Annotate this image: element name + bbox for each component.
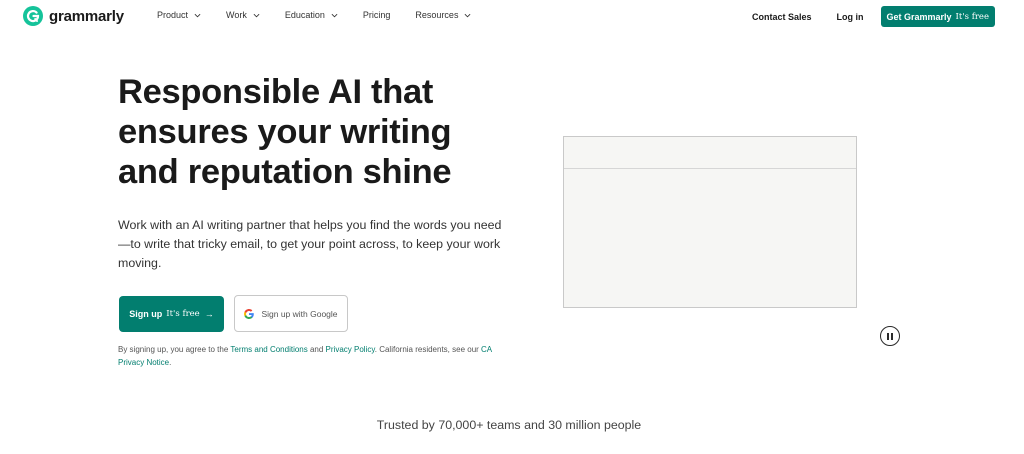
nav-item-education[interactable]: Education	[285, 10, 338, 20]
legal-text: By signing up, you agree to the Terms an…	[118, 343, 498, 369]
nav-item-label: Product	[157, 10, 189, 20]
cta-label: Get Grammarly	[886, 11, 952, 22]
chevron-down-icon	[331, 13, 338, 17]
nav-item-label: Pricing	[362, 10, 391, 20]
trusted-by-text: Trusted by 70,000+ teams and 30 million …	[376, 418, 642, 432]
nav-item-pricing[interactable]: Pricing	[363, 10, 391, 20]
arrow-right-icon: →	[204, 309, 214, 319]
brand-name: grammarly	[49, 7, 124, 25]
chevron-down-icon	[465, 13, 471, 17]
nav-item-product[interactable]: Product	[157, 10, 201, 20]
hero-title: Responsible AI that ensures your writing…	[118, 73, 452, 191]
nav-item-work[interactable]: Work	[226, 10, 260, 20]
login-link[interactable]: Log in	[837, 12, 864, 22]
sign-up-label: Sign up	[129, 309, 163, 319]
contact-sales-link[interactable]: Contact Sales	[752, 12, 812, 22]
nav-links: Product Work Education Pricing Resources	[157, 10, 496, 20]
pause-icon[interactable]	[880, 326, 900, 346]
sign-up-button[interactable]: Sign up It's free →	[119, 296, 224, 332]
legal-suffix: .	[169, 358, 172, 367]
terms-link[interactable]: Terms and Conditions	[230, 345, 307, 354]
sign-up-free-label: It's free	[166, 309, 200, 319]
get-grammarly-button[interactable]: Get Grammarly It's free	[880, 6, 995, 27]
cta-free-label: It's free	[955, 11, 989, 22]
nav-item-label: Work	[226, 10, 247, 20]
hero-subtitle: Work with an AI writing partner that hel…	[118, 218, 502, 270]
grammarly-logo[interactable]: grammarly	[23, 6, 124, 26]
nav-actions: Contact Sales Log in Get Grammarly It's …	[752, 6, 995, 27]
chevron-down-icon	[194, 13, 201, 17]
google-icon	[244, 308, 255, 319]
legal-prefix: By signing up, you agree to the	[118, 345, 231, 354]
grammarly-logo-icon	[23, 6, 43, 26]
media-frame-header	[564, 137, 856, 169]
legal-and: and	[307, 345, 326, 354]
legal-mid: . California residents, see our	[374, 345, 482, 354]
top-nav: grammarly Product Work Education Pricing…	[0, 0, 1024, 34]
nav-item-resources[interactable]: Resources	[415, 10, 471, 20]
nav-item-label: Education	[284, 10, 325, 20]
hero-media-frame	[563, 136, 857, 308]
chevron-down-icon	[253, 13, 260, 17]
nav-item-label: Resources	[415, 10, 459, 20]
sign-up-google-button[interactable]: Sign up with Google	[234, 295, 348, 332]
google-button-label: Sign up with Google	[261, 308, 338, 319]
privacy-policy-link[interactable]: Privacy Policy	[326, 345, 375, 354]
